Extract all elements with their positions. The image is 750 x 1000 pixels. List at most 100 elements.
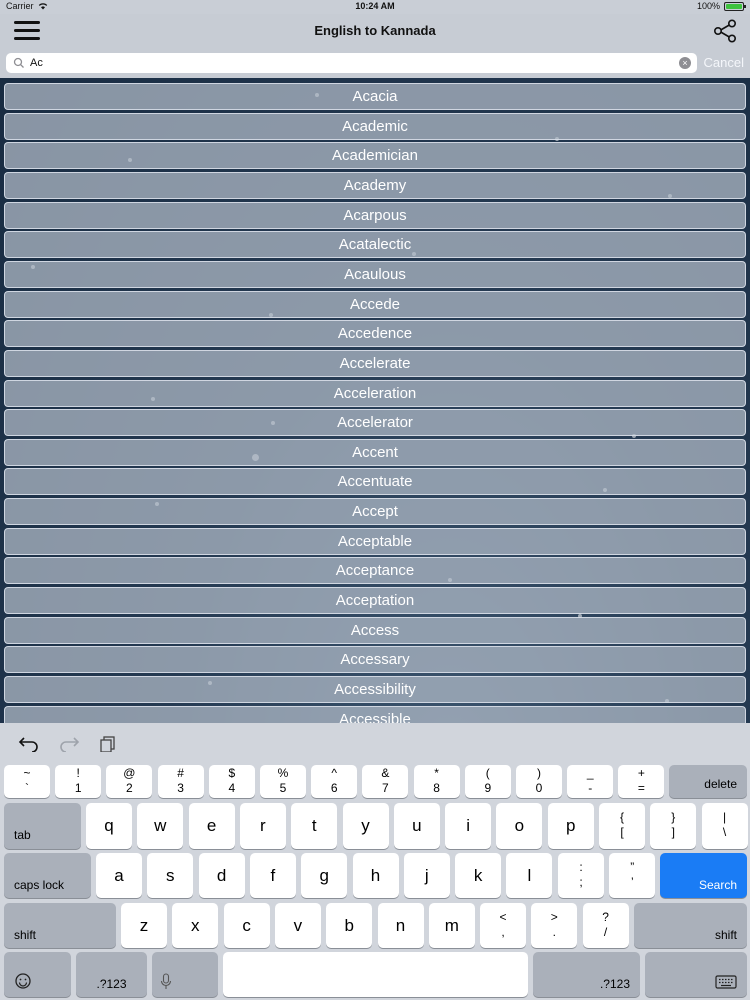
key-number-6[interactable]: ^ 6: [311, 765, 358, 798]
list-item[interactable]: Acacia: [4, 83, 746, 110]
search-input[interactable]: [30, 57, 670, 69]
key-angle-2[interactable]: ? /: [582, 903, 629, 948]
key-number-3[interactable]: #3: [157, 765, 204, 798]
key-number-0[interactable]: ~ `: [4, 765, 50, 798]
numbers-right-key[interactable]: .?123: [533, 952, 640, 997]
key-number-5[interactable]: % 5: [260, 765, 306, 798]
key-o[interactable]: o: [496, 803, 543, 849]
list-item[interactable]: Accessible: [4, 705, 746, 723]
key-number-10[interactable]: ) 0: [516, 765, 562, 798]
caps-lock-key[interactable]: caps lock: [4, 853, 91, 898]
list-item[interactable]: Accentuate: [4, 468, 746, 496]
delete-key[interactable]: delete: [669, 765, 747, 798]
key-y[interactable]: y: [342, 803, 389, 849]
key-number-4[interactable]: $4: [208, 765, 255, 798]
key-number-5-bottom: 5: [279, 780, 287, 795]
key-p[interactable]: p: [547, 803, 594, 849]
key-number-2[interactable]: @2: [106, 765, 153, 798]
list-item[interactable]: Academician: [4, 142, 746, 170]
list-item[interactable]: Accelerator: [4, 409, 746, 437]
list-item[interactable]: Acarpous: [4, 201, 746, 229]
key-punct-1-top: ”: [630, 859, 635, 874]
key-number-12-bottom: =: [637, 780, 645, 795]
clear-search-button[interactable]: ×: [679, 57, 691, 69]
key-f-label: f: [270, 865, 276, 885]
key-g[interactable]: g: [301, 853, 348, 898]
key-number-12[interactable]: + =: [618, 765, 665, 798]
list-item[interactable]: Academy: [4, 171, 746, 199]
list-item[interactable]: Accessibility: [4, 676, 746, 703]
hide-keyboard-key[interactable]: [645, 952, 747, 997]
redo-icon[interactable]: [58, 734, 80, 752]
key-punct-0[interactable]: :;: [558, 853, 604, 898]
key-number-7[interactable]: & 7: [362, 765, 409, 798]
list-item[interactable]: Acceptation: [4, 587, 746, 615]
key-number-1[interactable]: ! 1: [55, 765, 102, 798]
key-symbol-2[interactable]: | \: [701, 803, 748, 849]
key-b[interactable]: b: [326, 903, 373, 948]
emoji-key[interactable]: [4, 952, 71, 997]
list-item[interactable]: Acaulous: [4, 260, 746, 288]
key-d[interactable]: d: [198, 853, 245, 898]
battery-percent: 100%: [696, 1, 720, 11]
key-symbol-1[interactable]: }]: [650, 803, 697, 849]
clear-icon: ×: [682, 58, 688, 68]
list-item[interactable]: Acceptance: [4, 557, 746, 585]
key-number-11-bottom: -: [588, 780, 593, 795]
search-key[interactable]: Search: [660, 853, 747, 898]
tab-key[interactable]: tab: [4, 803, 81, 849]
key-s[interactable]: s: [147, 853, 194, 898]
key-q[interactable]: q: [86, 803, 132, 849]
key-angle-0[interactable]: <,: [480, 903, 526, 948]
space-key[interactable]: [223, 952, 528, 997]
key-t[interactable]: t: [291, 803, 338, 849]
search-key-label: Search: [698, 878, 737, 892]
undo-icon[interactable]: [18, 734, 40, 752]
key-r[interactable]: r: [239, 803, 286, 849]
shift-left-key[interactable]: shift: [4, 903, 116, 948]
key-m[interactable]: m: [428, 903, 475, 948]
list-item[interactable]: Acceleration: [4, 379, 746, 407]
key-z[interactable]: z: [121, 903, 167, 948]
key-v[interactable]: v: [274, 903, 321, 948]
list-item[interactable]: Acatalectic: [4, 231, 746, 259]
list-item[interactable]: Accelerate: [4, 349, 746, 377]
key-u[interactable]: u: [393, 803, 440, 849]
key-a[interactable]: a: [96, 853, 142, 898]
share-button[interactable]: [712, 18, 738, 44]
list-item[interactable]: Acceptable: [4, 527, 746, 555]
key-number-11[interactable]: _ -: [567, 765, 614, 798]
paste-icon[interactable]: [98, 734, 120, 752]
key-number-9[interactable]: (9: [464, 765, 511, 798]
shift-right-key-label: shift: [714, 928, 737, 942]
key-l[interactable]: l: [506, 853, 553, 898]
key-i[interactable]: i: [445, 803, 492, 849]
list-item[interactable]: Academic: [4, 112, 746, 140]
key-number-8[interactable]: * 8: [413, 765, 460, 798]
numbers-left-key[interactable]: .?123: [76, 952, 147, 997]
list-item[interactable]: Accent: [4, 438, 746, 466]
key-angle-1[interactable]: >.: [531, 903, 578, 948]
key-x[interactable]: x: [172, 903, 219, 948]
key-punct-1[interactable]: ”’: [609, 853, 656, 898]
key-e[interactable]: e: [188, 803, 235, 849]
key-e-label: e: [206, 816, 217, 835]
key-symbol-0[interactable]: {[: [599, 803, 645, 849]
key-f[interactable]: f: [249, 853, 296, 898]
search-field[interactable]: ×: [6, 53, 697, 73]
list-item[interactable]: Accept: [4, 498, 746, 526]
dictation-key[interactable]: [152, 952, 218, 997]
list-item[interactable]: Access: [4, 616, 746, 644]
key-c[interactable]: c: [223, 903, 270, 948]
key-n[interactable]: n: [377, 903, 424, 948]
list-item[interactable]: Accede: [4, 290, 746, 318]
key-k[interactable]: k: [455, 853, 502, 898]
key-h[interactable]: h: [352, 853, 399, 898]
list-item[interactable]: Accedence: [4, 320, 746, 348]
shift-right-key[interactable]: shift: [634, 903, 747, 948]
list-item[interactable]: Accessary: [4, 646, 746, 674]
key-j[interactable]: j: [403, 853, 450, 898]
cancel-button[interactable]: Cancel: [704, 55, 744, 70]
key-w[interactable]: w: [137, 803, 184, 849]
key-w-label: w: [154, 816, 167, 835]
